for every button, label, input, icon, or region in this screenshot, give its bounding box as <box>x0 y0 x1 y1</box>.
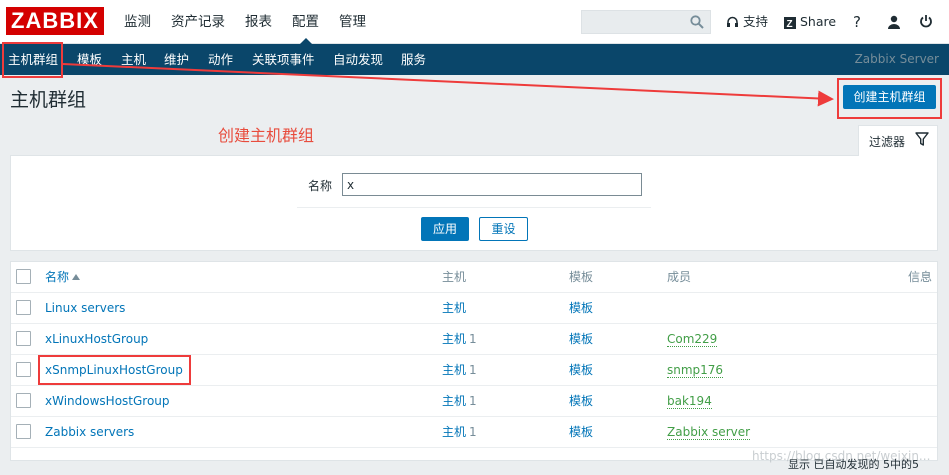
annotation-arrow <box>62 63 834 107</box>
